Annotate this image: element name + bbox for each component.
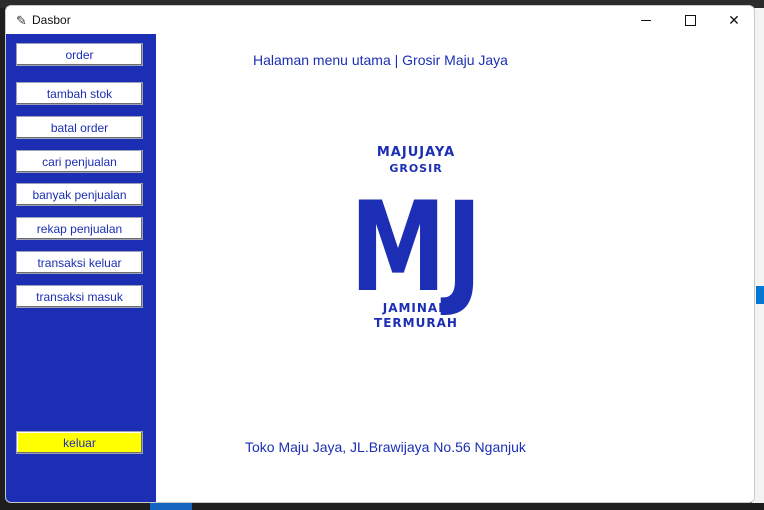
maximize-button[interactable] [668,6,712,34]
background-accent [756,286,764,304]
batal-order-button[interactable]: batal order [16,116,143,139]
store-address: Toko Maju Jaya, JL.Brawijaya No.56 Nganj… [245,439,526,455]
tambah-stok-button[interactable]: tambah stok [16,82,143,105]
logo-line-termurah: TERMURAH [374,316,458,330]
minimize-icon [641,19,651,21]
order-button[interactable]: order [16,43,143,66]
feather-icon: ✎ [16,13,27,28]
page-title: Halaman menu utama | Grosir Maju Jaya [253,52,508,68]
close-button[interactable]: ✕ [712,6,754,34]
close-icon: ✕ [728,11,740,28]
cari-penjualan-button[interactable]: cari penjualan [16,150,143,173]
transaksi-masuk-button[interactable]: transaksi masuk [16,285,143,308]
banyak-penjualan-button[interactable]: banyak penjualan [16,183,143,206]
minimize-button[interactable] [624,6,668,34]
majujaya-logo: MAJUJAYA GROSIR MJ JAMINAN TERMURAH [350,145,482,330]
background-taskbar-strip [0,503,764,510]
keluar-button[interactable]: keluar [16,431,143,454]
title-bar[interactable]: ✎ Dasbor ✕ [6,6,754,34]
logo-line-grosir: GROSIR [389,162,442,175]
transaksi-keluar-button[interactable]: transaksi keluar [16,251,143,274]
maximize-icon [684,14,696,26]
logo-line-majujaya: MAJUJAYA [377,145,455,160]
logo-initials: MJ [350,176,482,320]
window-title: Dasbor [32,13,71,27]
logo-line-jaminan: JAMINAN [382,301,450,315]
rekap-penjualan-button[interactable]: rekap penjualan [16,217,143,240]
background-status-highlight [150,503,192,510]
dashboard-window: ✎ Dasbor ✕ order tambah stok batal order… [5,5,755,503]
sidebar: order tambah stok batal order cari penju… [6,34,156,502]
main-content: Halaman menu utama | Grosir Maju Jaya MA… [156,34,754,502]
